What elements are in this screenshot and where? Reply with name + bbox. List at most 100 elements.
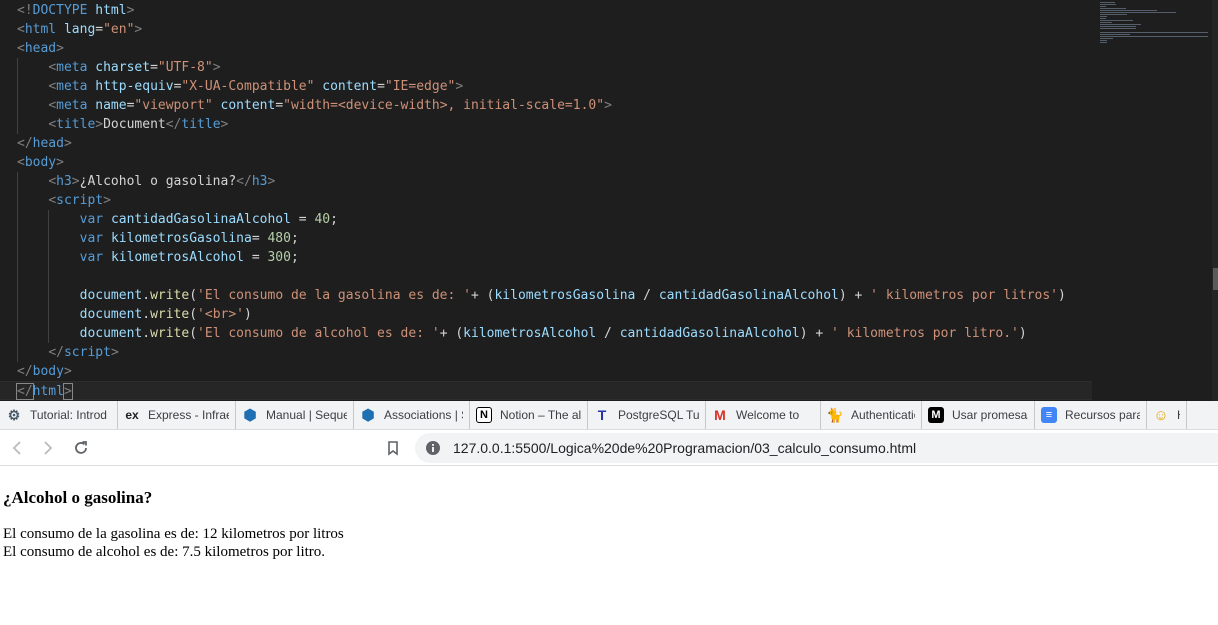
code-token: write [150,288,190,303]
docs-icon: ≡ [1041,407,1057,423]
code-token: / [596,326,620,341]
code-line[interactable]: var kilometrosAlcohol = 300; [17,248,299,267]
code-line[interactable]: <title>Document</title> [17,115,228,134]
bookmark-item[interactable]: 🐈 Authentication [821,401,922,429]
code-line[interactable]: document.write('<br>') [17,305,252,324]
code-token: "en" [103,22,135,37]
minimap[interactable] [1098,0,1210,60]
minimap-line [1100,20,1133,21]
code-token: kilometrosGasolina [110,231,252,246]
code-line[interactable]: <meta http-equiv = "X-UA-Compatible" conte… [17,77,463,96]
editor-scrollbar[interactable] [1212,0,1218,401]
code-line[interactable]: <meta charset="UTF-8"> [17,58,220,77]
code-token: Document [103,117,166,132]
code-token: > [220,117,229,132]
code-line[interactable]: document.write('El consumo de alcohol es… [17,324,1027,343]
code-line[interactable]: </script> [17,343,118,362]
bookmark-item[interactable]: ex Express - Infrae [118,401,236,429]
minimap-line [1100,40,1107,41]
bookmark-label: Associations | S [384,408,463,422]
code-token: cantidadGasolinaAlcohol [110,212,291,227]
code-line[interactable]: </body> [17,362,72,381]
code-token: name [95,98,127,113]
code-token: head [24,41,57,56]
code-token: ( [189,288,198,303]
url-text[interactable]: 127.0.0.1:5500/Logica%20de%20Programacio… [453,440,916,456]
code-token: title [56,117,96,132]
code-token: "IE=edge" [384,79,456,94]
gear-icon: ⚙ [7,406,21,423]
code-token: > [126,3,135,18]
bookmark-item[interactable]: ⚙ Tutorial: Introd [0,401,118,429]
code-token: </ [236,174,252,189]
minimap-line [1100,6,1106,7]
bookmark-item[interactable]: ⬢ Manual | Seque [236,401,354,429]
code-token: ( [189,307,198,322]
code-line[interactable]: </head> [17,134,72,153]
address-bar[interactable]: 127.0.0.1:5500/Logica%20de%20Programacio… [415,433,1218,463]
code-token: body [32,364,64,379]
code-line[interactable]: document.write('El consumo de la gasolin… [17,286,1066,305]
bookmark-item[interactable]: T PostgreSQL Tu [588,401,706,429]
code-line[interactable]: <head> [17,39,64,58]
code-token: = [377,79,385,94]
code-token: '<br>' [197,307,245,322]
code-token: 'El consumo de alcohol es de: ' [197,326,440,341]
code-token: ; [330,212,338,227]
code-token: DOCTYPE [32,3,88,18]
bookmark-item[interactable]: ☺H [1147,401,1187,429]
code-line[interactable]: var cantidadGasolinaAlcohol = 40; [17,210,338,229]
code-token: charset [95,60,151,75]
bookmark-page-button[interactable] [383,438,403,458]
code-line[interactable]: <meta name="viewport" content="width=<de… [17,96,612,115]
bookmark-item[interactable]: N Notion – The al [470,401,588,429]
bookmark-item[interactable]: M Welcome to [706,401,821,429]
code-token: write [150,307,190,322]
code-line[interactable]: <h3>¿Alcohol o gasolina?</h3> [17,172,275,191]
code-token: > [56,41,64,56]
notion-icon: N [476,407,492,423]
code-token: html [32,384,64,399]
bookmark-item[interactable]: ⬢ Associations | S [354,401,470,429]
forward-button[interactable] [38,438,58,458]
bookmark-label: Express - Infrae [148,408,229,422]
bookmarks-bar: ⚙ Tutorial: Introd ex Express - Infrae ⬢ Manu… [0,401,1218,430]
code-line[interactable]: </html> [0,381,1092,400]
reload-button[interactable] [71,438,91,458]
code-token: var [79,250,104,265]
code-token: ' kilometros por litro.' [831,326,1019,341]
code-line[interactable]: <!DOCTYPE html> [17,1,134,20]
bookmark-icon [388,441,398,456]
sequelize-icon: ⬢ [243,407,257,424]
code-line[interactable]: var kilometrosGasolina= 480; [17,229,299,248]
bookmark-item[interactable]: M Usar promesas [922,401,1035,429]
code-token: < [48,60,57,75]
scrollbar-thumb[interactable] [1213,268,1218,290]
code-token: body [24,155,57,170]
code-token: = [251,231,268,246]
code-token: document [79,288,143,303]
info-icon[interactable] [425,440,441,456]
back-button[interactable] [7,438,27,458]
code-token: </ [165,117,182,132]
code-token: > [63,364,72,379]
code-editor[interactable]: <!DOCTYPE html> <html lang="en"> <head> <m… [0,0,1218,401]
code-token: = [244,250,268,265]
minimap-line [1100,24,1141,25]
code-line[interactable]: <html lang="en"> [17,20,142,39]
code-line[interactable]: <body> [17,153,64,172]
code-token: html [24,22,57,37]
code-token: ( [189,326,198,341]
code-token: "width=<device-width>, initial-scale=1.0… [283,98,605,113]
bookmark-item[interactable]: ≡ Recursos para [1035,401,1147,429]
minimap-line [1100,8,1126,9]
code-token: title [181,117,221,132]
code-line[interactable]: <script> [17,191,111,210]
minimap-line [1100,26,1136,27]
